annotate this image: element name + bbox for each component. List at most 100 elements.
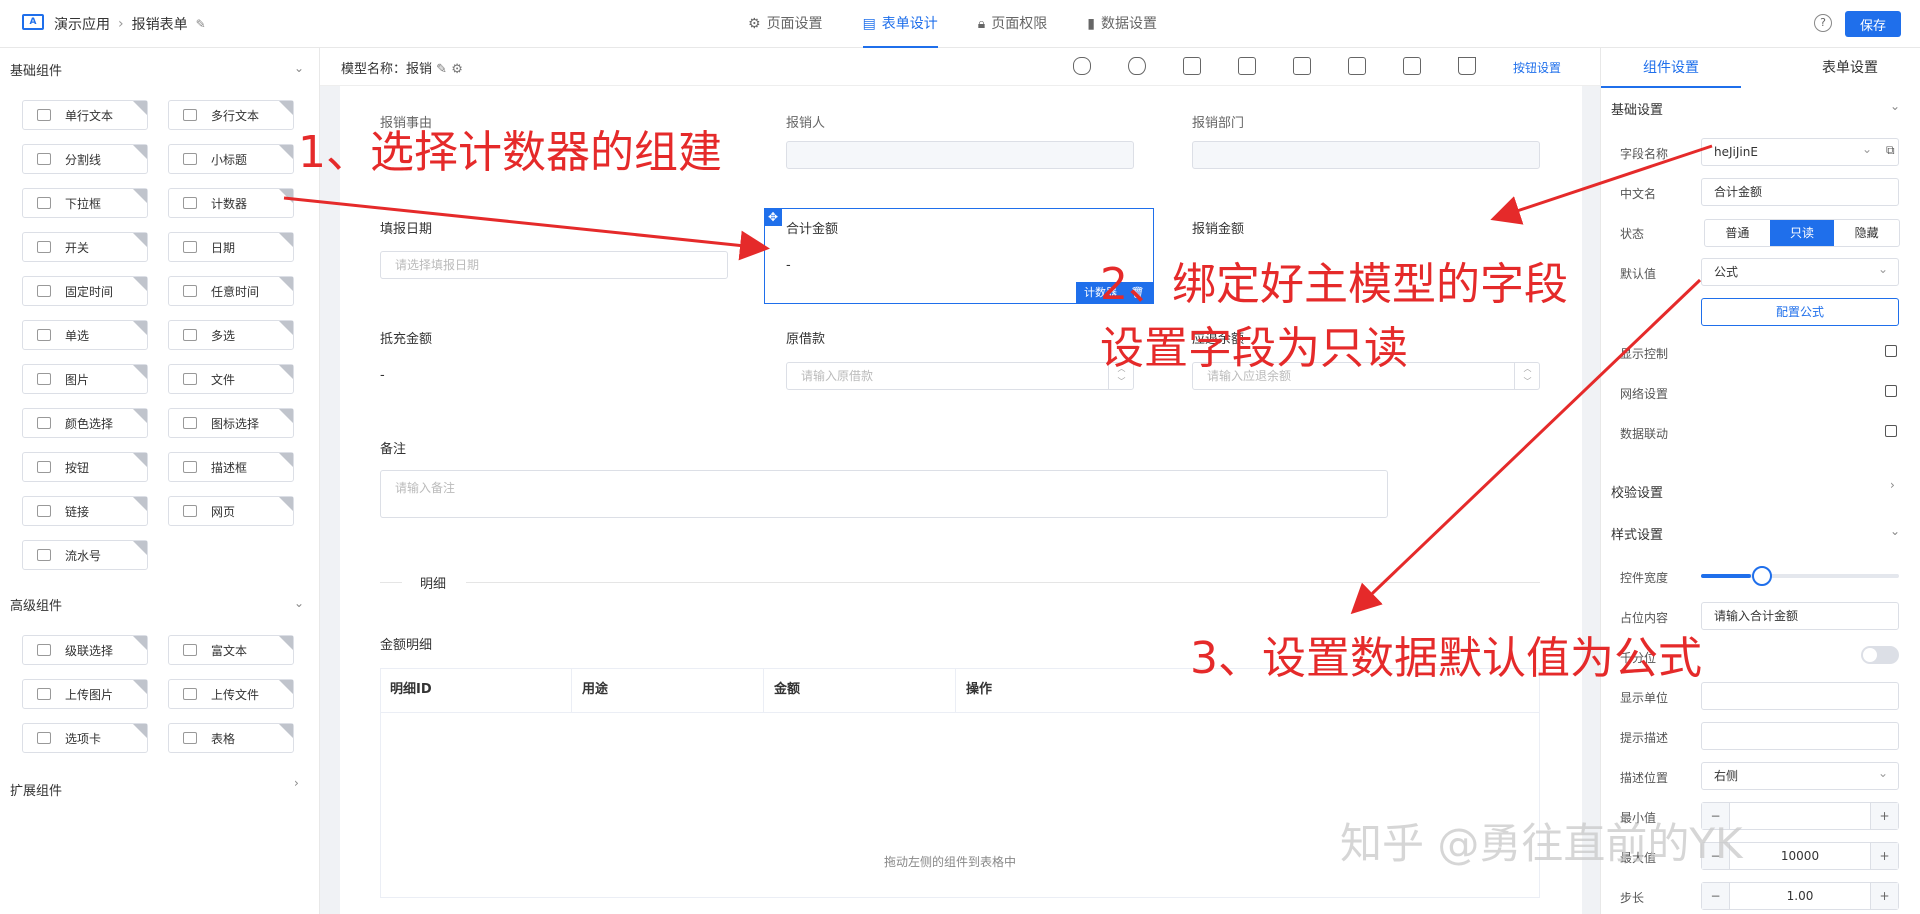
edit-icon[interactable]: [1885, 385, 1897, 397]
divider-line: [466, 582, 1540, 583]
edit-icon[interactable]: [1885, 425, 1897, 437]
advanced-components-title[interactable]: 高级组件: [10, 595, 62, 614]
component-left.basic-6[interactable]: 开关: [22, 232, 148, 262]
component-left.basic-1[interactable]: 多行文本: [168, 100, 294, 130]
status-readonly-option[interactable]: 只读: [1769, 220, 1835, 246]
step-input[interactable]: − 1.00 +: [1701, 882, 1899, 910]
loan-input[interactable]: 请输入原借款: [786, 362, 1134, 390]
component-label: 固定时间: [65, 284, 114, 299]
component-label: 文件: [211, 372, 236, 387]
component-left.basic-4[interactable]: 下拉框: [22, 188, 148, 218]
tab-component-settings[interactable]: 组件设置: [1601, 48, 1741, 88]
move-icon[interactable]: ✥: [764, 208, 782, 226]
basic-settings-section[interactable]: 基础设置: [1611, 99, 1663, 118]
cn-name-input[interactable]: 合计金额: [1701, 178, 1899, 206]
copy-icon[interactable]: ⧉: [1886, 143, 1895, 158]
thousands-toggle[interactable]: [1861, 646, 1899, 664]
component-left.advanced-2[interactable]: 上传图片: [22, 679, 148, 709]
component-left.basic-19[interactable]: 网页: [168, 496, 294, 526]
component-left.basic-2[interactable]: 分割线: [22, 144, 148, 174]
component-icon: [183, 644, 197, 656]
date-input[interactable]: 请选择填报日期: [380, 251, 728, 279]
gear-icon[interactable]: ⚙: [451, 62, 463, 77]
hint-input[interactable]: [1701, 722, 1899, 750]
component-left.advanced-5[interactable]: 表格: [168, 723, 294, 753]
component-left.basic-12[interactable]: 图片: [22, 364, 148, 394]
plus-button[interactable]: +: [1870, 883, 1898, 909]
link-icon[interactable]: [1073, 57, 1091, 75]
help-icon[interactable]: ?: [1814, 14, 1832, 32]
component-left.advanced-1[interactable]: 富文本: [168, 635, 294, 665]
layout-single-icon[interactable]: [1183, 57, 1201, 75]
default-value-select[interactable]: 公式: [1701, 258, 1899, 286]
status-normal-option[interactable]: 普通: [1705, 220, 1770, 246]
minus-button[interactable]: −: [1702, 883, 1730, 909]
tab-page-settings[interactable]: ⚙ 页面设置: [748, 0, 823, 48]
component-icon: [183, 197, 197, 209]
tab-page-permission[interactable]: 🔒︎ 页面权限: [978, 0, 1047, 48]
breadcrumb-app[interactable]: 演示应用: [54, 14, 110, 34]
component-left.advanced-0[interactable]: 级联选择: [22, 635, 148, 665]
trash-icon[interactable]: [1458, 57, 1476, 75]
applicant-input[interactable]: [786, 141, 1134, 169]
eye-icon[interactable]: [1128, 57, 1146, 75]
plus-button[interactable]: +: [1870, 843, 1898, 869]
layout-two-col-icon[interactable]: [1293, 57, 1311, 75]
unit-input[interactable]: [1701, 682, 1899, 710]
component-left.basic-5[interactable]: 计数器: [168, 188, 294, 218]
breadcrumb-form[interactable]: 报销表单: [132, 14, 188, 34]
tab-data-settings[interactable]: ▮ 数据设置: [1087, 0, 1157, 48]
component-left.basic-14[interactable]: 颜色选择: [22, 408, 148, 438]
pencil-icon[interactable]: ✎: [196, 17, 206, 31]
component-left.basic-3[interactable]: 小标题: [168, 144, 294, 174]
status-hidden-option[interactable]: 隐藏: [1834, 220, 1899, 246]
chevron-down-icon[interactable]: ⌄: [294, 596, 304, 610]
component-left.basic-10[interactable]: 单选: [22, 320, 148, 350]
component-left.advanced-4[interactable]: 选项卡: [22, 723, 148, 753]
save-button[interactable]: 保存: [1845, 11, 1901, 37]
chevron-down-icon[interactable]: ⌄: [1890, 99, 1900, 113]
chevron-right-icon[interactable]: ›: [294, 776, 299, 790]
chevron-down-icon[interactable]: ⌄: [294, 61, 304, 75]
plus-button[interactable]: +: [1870, 803, 1898, 829]
component-left.basic-18[interactable]: 链接: [22, 496, 148, 526]
slider-handle[interactable]: [1752, 566, 1772, 586]
tab-form-design[interactable]: ▤ 表单设计: [862, 0, 939, 48]
chevron-down-icon[interactable]: ⌄: [1890, 524, 1900, 538]
style-section[interactable]: 样式设置: [1611, 524, 1663, 543]
chevron-down-icon: ⌄: [1862, 142, 1873, 156]
component-left.basic-7[interactable]: 日期: [168, 232, 294, 262]
placeholder-input[interactable]: 请输入合计金额: [1701, 602, 1899, 630]
component-left.basic-20[interactable]: 流水号: [22, 540, 148, 570]
remark-textarea[interactable]: 请输入备注: [380, 470, 1388, 518]
app-logo-icon: A: [22, 14, 44, 30]
extension-components-title[interactable]: 扩展组件: [10, 780, 62, 799]
component-left.basic-16[interactable]: 按钮: [22, 452, 148, 482]
desc-position-select[interactable]: 右侧: [1701, 762, 1899, 790]
chevron-right-icon[interactable]: ›: [1890, 478, 1895, 492]
component-left.basic-8[interactable]: 固定时间: [22, 276, 148, 306]
component-left.basic-9[interactable]: 任意时间: [168, 276, 294, 306]
component-left.basic-0[interactable]: 单行文本: [22, 100, 148, 130]
button-settings-link[interactable]: 按钮设置: [1513, 59, 1561, 76]
pencil-icon[interactable]: ✎: [436, 62, 447, 77]
width-slider[interactable]: [1701, 574, 1899, 578]
header-divider: [380, 712, 1540, 713]
layout-row-icon[interactable]: [1238, 57, 1256, 75]
component-left.advanced-3[interactable]: 上传文件: [168, 679, 294, 709]
config-formula-button[interactable]: 配置公式: [1701, 298, 1899, 326]
component-left.basic-13[interactable]: 文件: [168, 364, 294, 394]
component-left.basic-11[interactable]: 多选: [168, 320, 294, 350]
layout-four-col-icon[interactable]: [1403, 57, 1421, 75]
date-label: 填报日期: [380, 222, 433, 237]
basic-components-title[interactable]: 基础组件: [10, 60, 62, 79]
component-left.basic-15[interactable]: 图标选择: [168, 408, 294, 438]
layout-three-col-icon[interactable]: [1348, 57, 1366, 75]
component-left.basic-17[interactable]: 描述框: [168, 452, 294, 482]
tab-form-settings[interactable]: 表单设置: [1780, 48, 1920, 88]
validate-section[interactable]: 校验设置: [1611, 482, 1663, 501]
tab-label: 数据设置: [1100, 16, 1157, 32]
edit-icon[interactable]: [1885, 345, 1897, 357]
refund-stepper[interactable]: ︿ ﹀: [1514, 362, 1540, 390]
dept-input[interactable]: [1192, 141, 1540, 169]
